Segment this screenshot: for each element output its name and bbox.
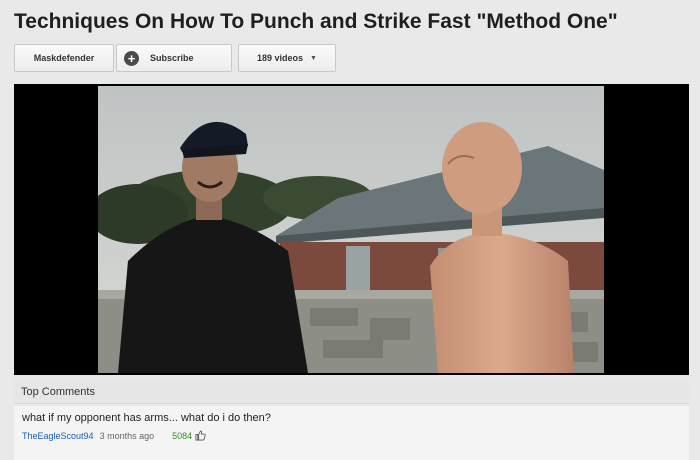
comment-meta: TheEagleScout94 3 months ago 5084 <box>22 430 681 441</box>
comment-text: what if my opponent has arms... what do … <box>22 412 271 424</box>
subscribe-label: Subscribe <box>150 53 194 63</box>
channel-name: Maskdefender <box>33 53 95 63</box>
videos-dropdown-button[interactable]: 189 videos ▼ <box>238 44 336 72</box>
video-title: Techniques On How To Punch and Strike Fa… <box>14 10 618 33</box>
plus-circle-icon: + <box>124 50 139 66</box>
video-player[interactable] <box>14 84 689 375</box>
comment-timestamp: 3 months ago <box>99 430 155 441</box>
channel-button[interactable]: Maskdefender <box>14 44 114 72</box>
videos-count-label: 189 videos <box>257 53 304 63</box>
chevron-down-icon: ▼ <box>310 54 317 62</box>
thumbs-up-icon[interactable] <box>195 430 206 441</box>
subscribe-button[interactable]: + Subscribe <box>116 44 232 72</box>
comment-like-count: 5084 <box>172 430 193 441</box>
video-frame[interactable] <box>98 86 604 373</box>
comment-author-link[interactable]: TheEagleScout94 <box>22 431 94 441</box>
comment-item: what if my opponent has arms... what do … <box>14 406 689 460</box>
top-comments-header: Top Comments <box>14 380 689 404</box>
video-scene-image <box>98 86 604 373</box>
